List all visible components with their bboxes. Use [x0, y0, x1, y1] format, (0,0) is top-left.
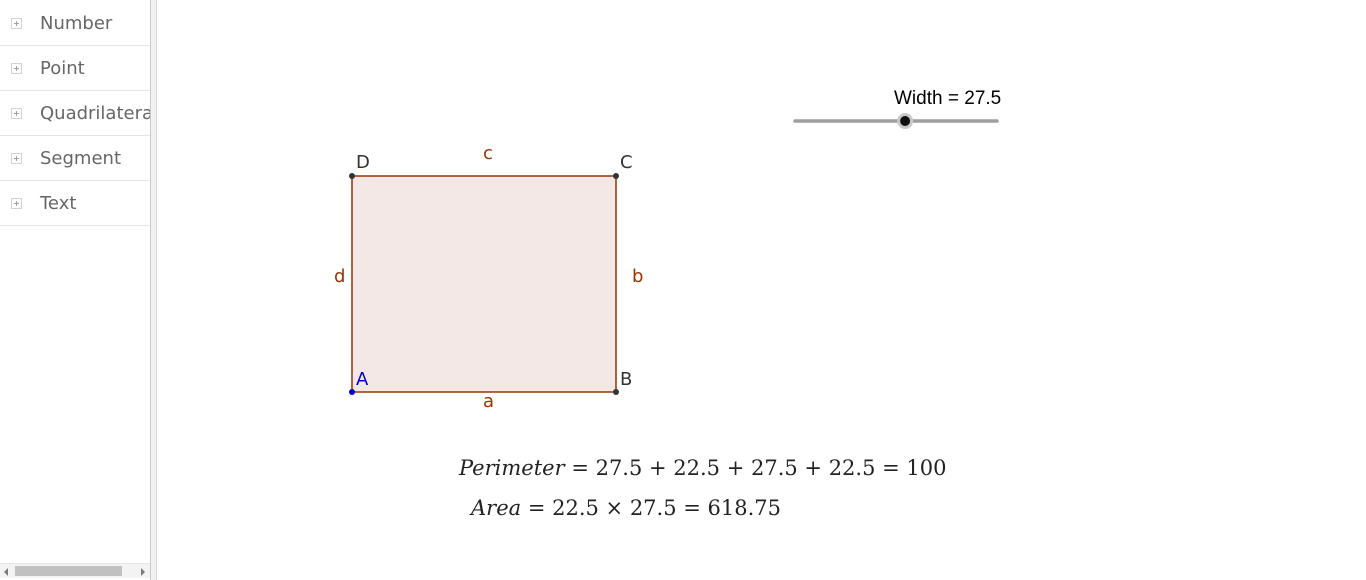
slider-value: 27.5 — [964, 88, 1002, 109]
graphics-view[interactable]: A B C D a b c d Width = 27.5 Perimeter =… — [157, 0, 1366, 580]
slider-caption: Width = 27.5 — [894, 89, 1001, 108]
expand-plus-icon[interactable] — [11, 198, 22, 209]
slider-name: Width — [894, 88, 943, 109]
category-number[interactable]: Number — [0, 2, 150, 46]
perimeter-formula: Perimeter = 27.5 + 22.5 + 27.5 + 22.5 = … — [459, 458, 946, 479]
category-label: Segment — [40, 148, 121, 169]
segment-b-label: b — [632, 266, 644, 287]
scroll-right-arrow-icon[interactable] — [141, 568, 145, 576]
point-b-label: B — [620, 369, 633, 390]
area-expression: = 22.5 × 27.5 = 618.75 — [527, 496, 782, 520]
slider-knob[interactable] — [900, 116, 911, 126]
expand-plus-icon[interactable] — [11, 153, 22, 164]
scroll-left-arrow-icon[interactable] — [4, 568, 8, 576]
horizontal-scrollbar[interactable] — [0, 563, 150, 578]
slider-equals: = — [947, 88, 959, 109]
point-a-label: A — [356, 369, 369, 390]
category-point[interactable]: Point — [0, 47, 150, 91]
rectangle-polygon[interactable] — [351, 175, 617, 393]
category-label: Quadrilateral — [40, 103, 150, 124]
point-c-label: C — [620, 152, 633, 173]
expand-plus-icon[interactable] — [11, 63, 22, 74]
segment-d-label: d — [334, 266, 346, 287]
perimeter-name: Perimeter — [459, 456, 565, 480]
graphics-canvas[interactable] — [157, 0, 1366, 580]
segment-c-label: c — [483, 143, 493, 164]
category-label: Text — [40, 193, 77, 214]
segment-a-label: a — [483, 391, 495, 412]
perimeter-expression: = 27.5 + 22.5 + 27.5 + 22.5 = 100 — [571, 456, 947, 480]
category-label: Point — [40, 58, 85, 79]
category-text[interactable]: Text — [0, 182, 150, 226]
point-c[interactable] — [613, 173, 619, 179]
expand-plus-icon[interactable] — [11, 108, 22, 119]
expand-plus-icon[interactable] — [11, 18, 22, 29]
point-d-label: D — [356, 152, 370, 173]
point-b[interactable] — [613, 389, 619, 395]
category-segment[interactable]: Segment — [0, 137, 150, 181]
scrollbar-thumb[interactable] — [15, 566, 122, 576]
point-d[interactable] — [349, 173, 355, 179]
algebra-view: Number Point Quadrilateral Segment Text — [0, 0, 150, 580]
area-name: Area — [471, 496, 522, 520]
area-formula: Area = 22.5 × 27.5 = 618.75 — [471, 498, 781, 519]
point-a[interactable] — [349, 389, 355, 395]
category-quadrilateral[interactable]: Quadrilateral — [0, 92, 150, 136]
category-label: Number — [40, 13, 113, 34]
